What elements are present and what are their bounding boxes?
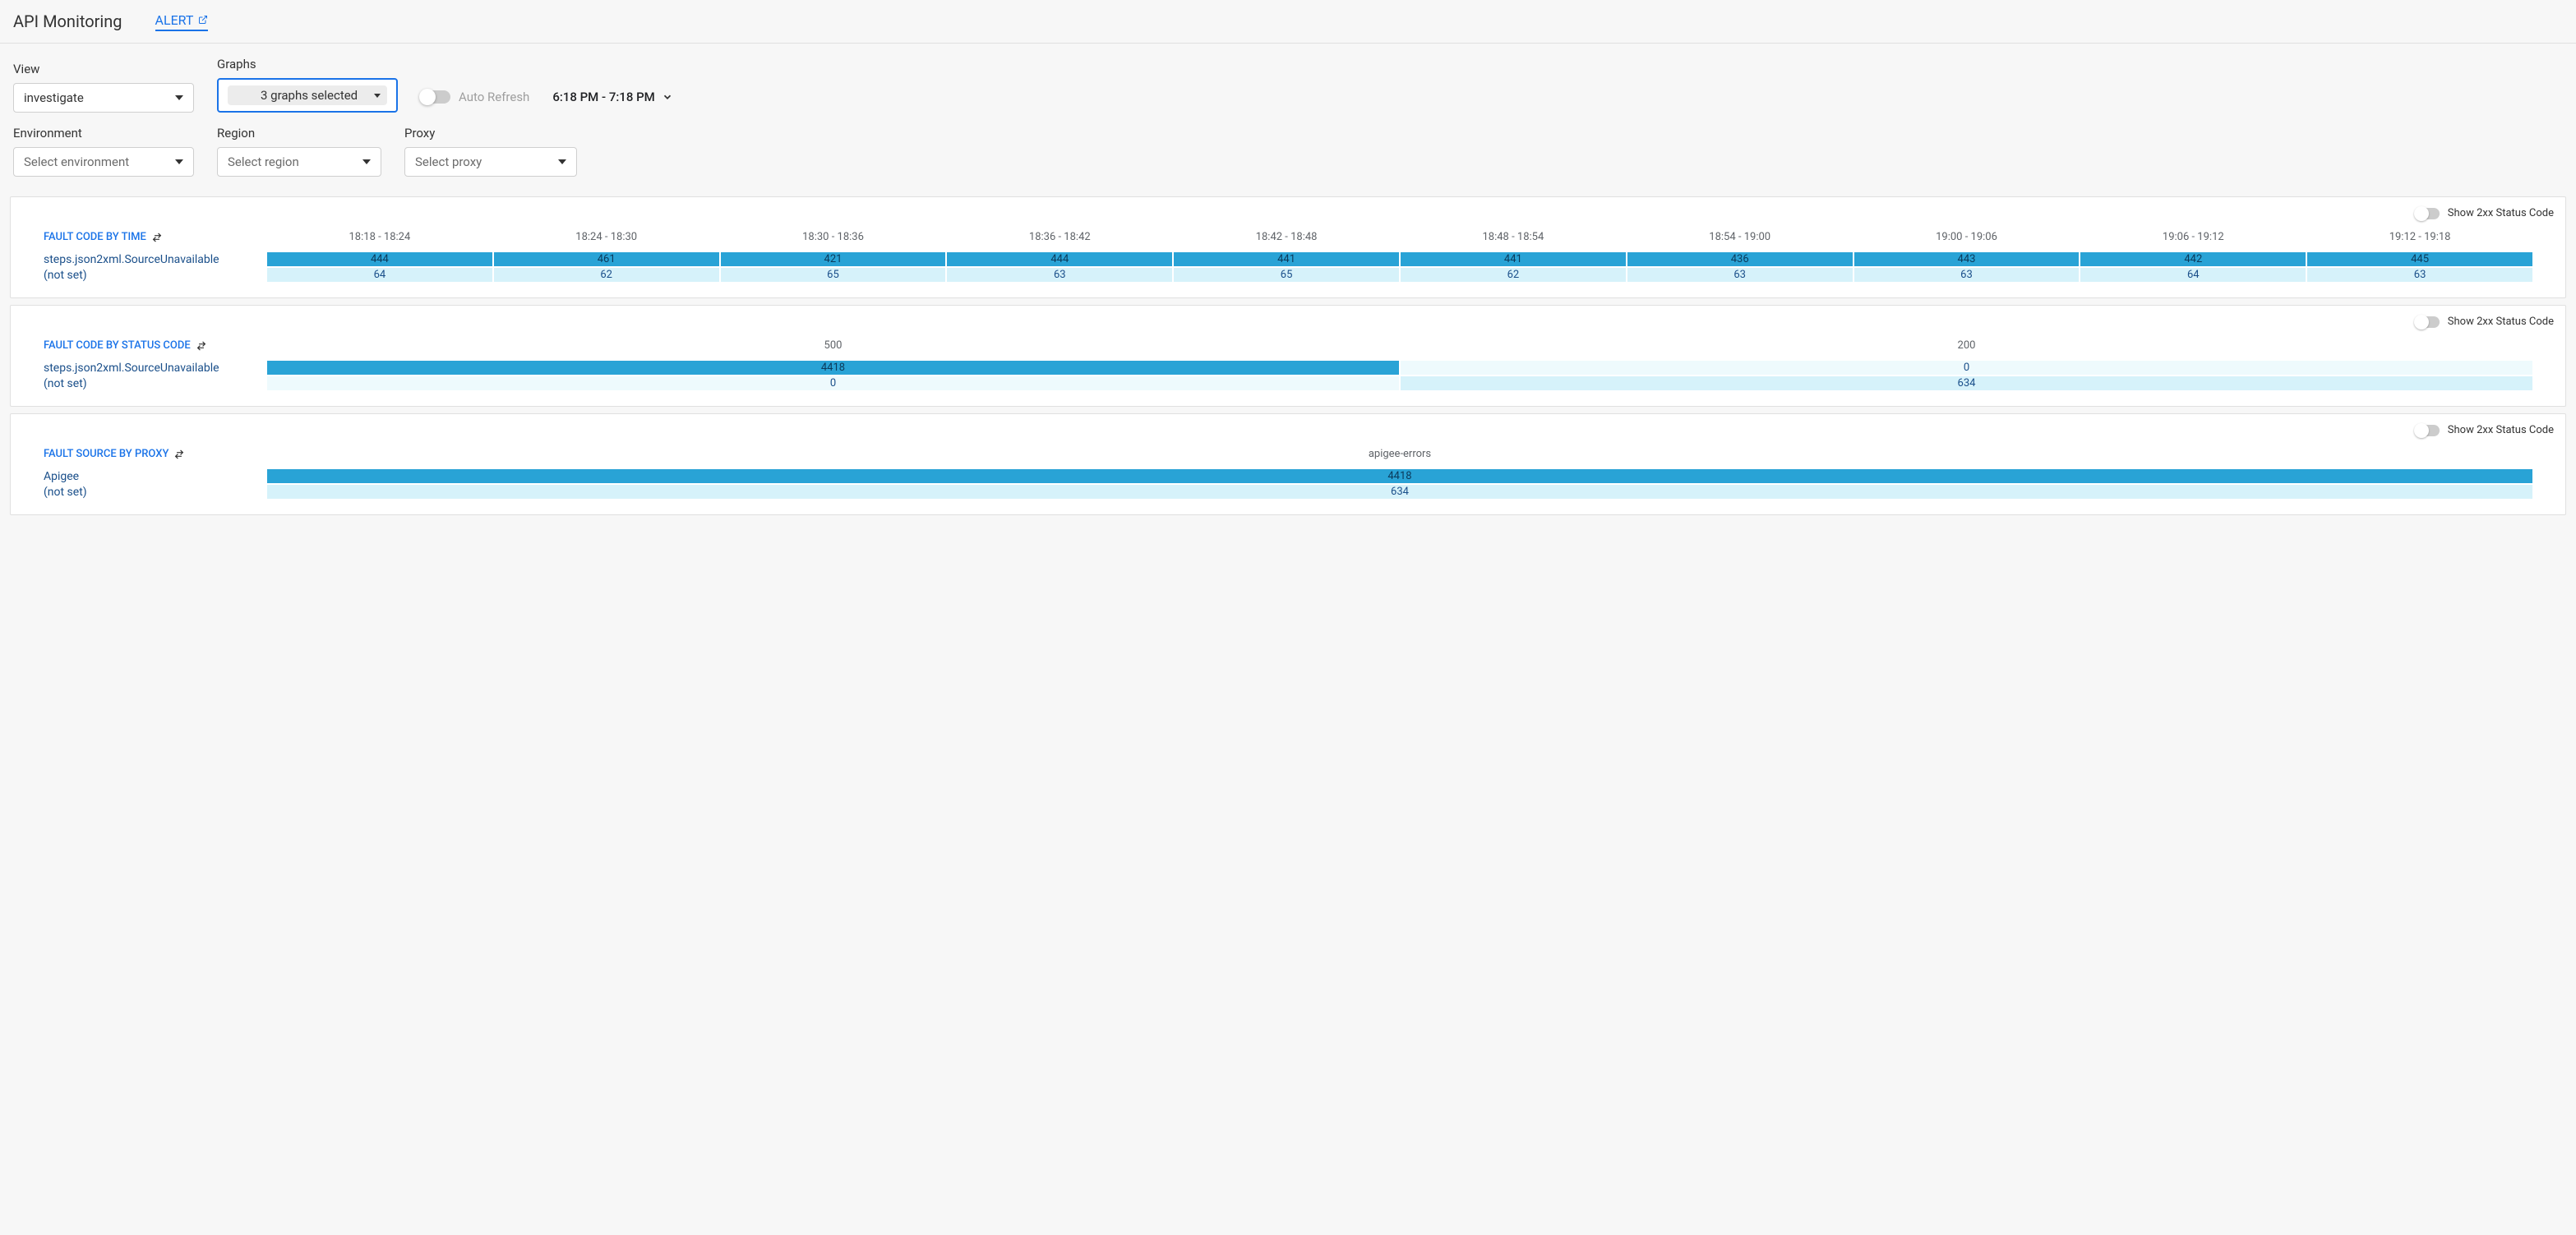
column-header: 18:30 - 18:36 [721,224,946,250]
page-header: API Monitoring ALERT [0,0,2576,44]
heatmap-cell[interactable]: 65 [721,268,946,282]
show-2xx-toggle[interactable] [2415,208,2440,219]
environment-placeholder: Select environment [24,154,129,169]
column-header: 500 [267,333,1399,358]
heatmap-cell[interactable]: 634 [1401,376,2532,390]
column-header: 19:06 - 19:12 [2080,224,2306,250]
time-range-value: 6:18 PM - 7:18 PM [552,90,654,104]
graphs-value: 3 graphs selected [261,88,358,103]
graphs-label: Graphs [217,57,398,71]
heatmap-cell[interactable]: 0 [267,376,1399,390]
column-header: 18:48 - 18:54 [1401,224,1626,250]
heatmap-cell[interactable]: 441 [1401,252,1626,266]
heatmap-cell[interactable]: 0 [1401,361,2532,375]
heatmap-cell[interactable]: 421 [721,252,946,266]
heatmap-cell[interactable]: 4418 [267,469,2532,483]
heatmap-cell[interactable]: 443 [1854,252,2080,266]
row-label: Apigee [44,469,265,484]
chevron-down-icon [175,159,183,164]
heatmap-cell[interactable]: 65 [1174,268,1399,282]
show-2xx-label: Show 2xx Status Code [2448,207,2554,219]
heatmap-cell[interactable]: 444 [947,252,1172,266]
region-label: Region [217,126,381,141]
column-header: 19:00 - 19:06 [1854,224,2080,250]
heatmap-cell[interactable]: 63 [947,268,1172,282]
auto-refresh-label: Auto Refresh [459,90,529,104]
proxy-label: Proxy [404,126,577,141]
view-label: View [13,62,194,76]
heatmap-cell[interactable]: 62 [494,268,719,282]
heatmap-cell[interactable]: 63 [1627,268,1853,282]
auto-refresh-toggle[interactable] [421,90,450,104]
view-select[interactable]: investigate [13,83,194,113]
column-header: apigee-errors [267,441,2532,467]
panel-fault-by-proxy: Show 2xx Status Code FAULT SOURCE BY PRO… [10,413,2566,515]
row-label: (not set) [44,376,265,391]
heatmap-cell[interactable]: 64 [2080,268,2306,282]
chevron-down-icon [558,159,566,164]
heatmap-cell[interactable]: 445 [2307,252,2532,266]
heatmap-cell[interactable]: 436 [1627,252,1853,266]
panel-title[interactable]: FAULT CODE BY TIME [44,223,265,251]
chevron-down-icon [662,91,673,103]
show-2xx-label: Show 2xx Status Code [2448,424,2554,436]
page-title: API Monitoring [13,12,122,31]
panel-fault-by-status: Show 2xx Status Code FAULT CODE BY STATU… [10,305,2566,407]
graphs-select[interactable]: 3 graphs selected [217,78,398,113]
region-select[interactable]: Select region [217,147,381,177]
heatmap-cell[interactable]: 63 [1854,268,2080,282]
heatmap-cell[interactable]: 64 [267,268,492,282]
column-header: 18:36 - 18:42 [947,224,1172,250]
column-header: 18:24 - 18:30 [494,224,719,250]
alert-link-label: ALERT [155,12,194,28]
region-placeholder: Select region [228,154,299,169]
show-2xx-toggle[interactable] [2415,316,2440,328]
swap-icon [151,232,163,243]
heatmap-cell[interactable]: 62 [1401,268,1626,282]
swap-icon [196,340,207,352]
show-2xx-label: Show 2xx Status Code [2448,316,2554,328]
proxy-placeholder: Select proxy [415,154,482,169]
panel-title[interactable]: FAULT CODE BY STATUS CODE [44,331,265,360]
environment-select[interactable]: Select environment [13,147,194,177]
show-2xx-toggle[interactable] [2415,425,2440,436]
column-header: 200 [1401,333,2532,358]
panel-fault-by-time: Show 2xx Status Code FAULT CODE BY TIME … [10,196,2566,298]
controls-area: View investigate Graphs 3 graphs selecte… [0,44,2576,190]
row-label: steps.json2xml.SourceUnavailable [44,361,265,376]
row-label: (not set) [44,268,265,283]
column-header: 18:54 - 19:00 [1627,224,1853,250]
heatmap-cell[interactable]: 441 [1174,252,1399,266]
swap-icon [173,449,185,460]
proxy-select[interactable]: Select proxy [404,147,577,177]
row-label: steps.json2xml.SourceUnavailable [44,252,265,267]
heatmap-cell[interactable]: 63 [2307,268,2532,282]
heatmap-cell[interactable]: 634 [267,485,2532,499]
heatmap-cell[interactable]: 461 [494,252,719,266]
heatmap-cell[interactable]: 442 [2080,252,2306,266]
alert-link[interactable]: ALERT [155,12,209,31]
environment-label: Environment [13,126,194,141]
time-range-select[interactable]: 6:18 PM - 7:18 PM [552,81,672,113]
external-link-icon [198,15,208,25]
chevron-down-icon [374,94,381,98]
panel-title[interactable]: FAULT SOURCE BY PROXY [44,440,265,468]
column-header: 18:18 - 18:24 [267,224,492,250]
column-header: 18:42 - 18:48 [1174,224,1399,250]
row-label: (not set) [44,485,265,500]
heatmap-cell[interactable]: 4418 [267,361,1399,375]
chevron-down-icon [175,95,183,100]
heatmap-cell[interactable]: 444 [267,252,492,266]
view-value: investigate [24,90,84,105]
chevron-down-icon [362,159,371,164]
column-header: 19:12 - 19:18 [2307,224,2532,250]
